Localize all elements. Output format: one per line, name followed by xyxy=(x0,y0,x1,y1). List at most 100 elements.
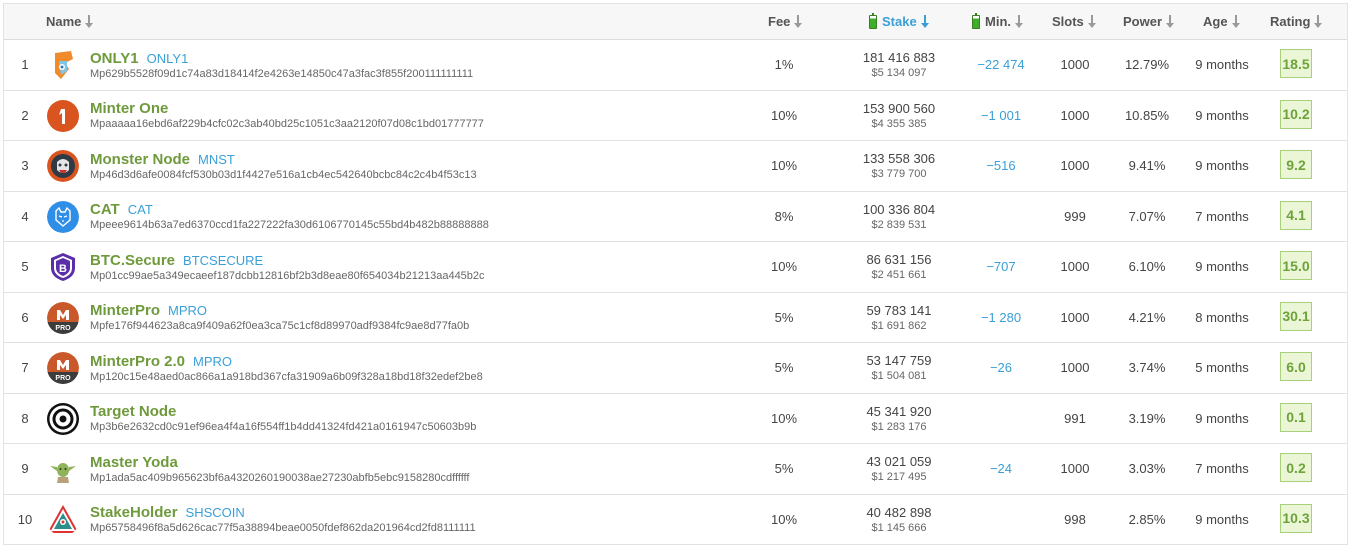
col-rating-header[interactable]: Rating xyxy=(1270,4,1323,40)
col-power-header[interactable]: Power xyxy=(1123,4,1175,40)
col-min-header[interactable]: Min. xyxy=(972,4,1023,40)
validator-ticker-link[interactable]: MNST xyxy=(198,152,235,167)
validator-ticker-link[interactable]: ONLY1 xyxy=(147,51,189,66)
col-fee-label: Fee xyxy=(768,14,791,29)
stake-cell: 133 558 306 $3 779 700 xyxy=(839,141,959,191)
validator-name-link[interactable]: BTC.Secure xyxy=(90,252,175,269)
col-fee-header[interactable]: Fee xyxy=(768,4,803,40)
validator-ticker-link[interactable]: SHSCOIN xyxy=(186,505,245,520)
validator-logo xyxy=(47,453,79,485)
stake-value: 59 783 141 xyxy=(866,302,932,318)
min-stake-value xyxy=(959,495,1043,545)
fee-value: 10% xyxy=(770,511,798,527)
stake-value: 43 021 059 xyxy=(866,454,932,470)
validator-name-cell: Master Yoda Mp1ada5ac409b965623bf6a43202… xyxy=(90,444,469,494)
validator-name-link[interactable]: Target Node xyxy=(90,403,176,420)
rating-badge: 18.5 xyxy=(1280,49,1312,78)
age-value: 7 months xyxy=(1195,461,1249,477)
validator-name-link[interactable]: CAT xyxy=(90,201,120,218)
sort-arrow-icon xyxy=(1015,14,1023,30)
validator-ticker-link[interactable]: MPRO xyxy=(168,303,207,318)
fee-value: 10% xyxy=(770,107,798,123)
rating-badge: 6.0 xyxy=(1280,352,1312,381)
validator-name-link[interactable]: MinterPro 2.0 xyxy=(90,353,185,370)
validator-name-cell: MinterPro 2.0 MPRO Mp120c15e48aed0ac866a1… xyxy=(90,343,483,393)
yoda-logo-icon xyxy=(47,453,79,485)
min-stake-value: −1 001 xyxy=(980,107,1022,123)
table-row: 3 Monster Node MNST Mp46d3d6afe0084fcf530… xyxy=(4,141,1347,192)
col-stake-header[interactable]: Stake xyxy=(869,4,929,40)
stake-cell: 40 482 898 $1 145 666 xyxy=(839,495,959,545)
stake-value: 100 336 804 xyxy=(862,201,936,217)
validator-name-link[interactable]: Monster Node xyxy=(90,151,190,168)
min-stake-value: −24 xyxy=(989,461,1013,477)
validator-ticker-link[interactable]: CAT xyxy=(128,202,153,217)
validator-address: Mp46d3d6afe0084fcf530b03d1f4427e516a1cb4… xyxy=(90,168,477,181)
fee-value: 1% xyxy=(774,57,794,73)
validator-address: Mpfe176f944623a8ca9f409a62f0ea3ca75c1cf8… xyxy=(90,320,470,333)
validator-address: Mp1ada5ac409b965623bf6a4320260190038ae27… xyxy=(90,471,470,484)
validator-name-link[interactable]: ONLY1 xyxy=(90,50,139,67)
power-value: 9.41% xyxy=(1128,158,1166,174)
stake-usd-value: $3 779 700 xyxy=(871,168,927,181)
validator-address: Mp3b6e2632cd0c91ef96ea4f4a16f554ff1b4dd4… xyxy=(90,421,477,434)
validator-name-link[interactable]: MinterPro xyxy=(90,302,160,319)
stake-cell: 181 416 883 $5 134 097 xyxy=(839,40,959,90)
stake-cell: 45 341 920 $1 283 176 xyxy=(839,394,959,444)
col-slots-header[interactable]: Slots xyxy=(1052,4,1096,40)
validator-address: Mp629b5528f09d1c74a83d18414f2e4263e14850… xyxy=(90,67,474,80)
col-name-header[interactable]: Name xyxy=(46,4,94,40)
slots-value: 998 xyxy=(1064,511,1086,527)
col-rating-label: Rating xyxy=(1270,14,1311,29)
row-number: 5 xyxy=(21,259,29,275)
power-value: 3.03% xyxy=(1128,461,1166,477)
validator-address: Mpeee9614b63a7ed6370ccd1fa227222fa30d610… xyxy=(90,219,489,232)
min-stake-value xyxy=(959,192,1043,242)
validator-logo xyxy=(47,402,79,435)
validator-name-link[interactable]: Master Yoda xyxy=(90,454,178,471)
validator-name-link[interactable]: Minter One xyxy=(90,100,168,117)
stake-usd-value: $1 145 666 xyxy=(871,521,927,534)
validator-ticker-link[interactable]: BTCSECURE xyxy=(183,253,263,268)
stake-cell: 153 900 560 $4 355 385 xyxy=(839,91,959,141)
slots-value: 1000 xyxy=(1060,360,1090,376)
table-row: 4 CAT CAT Mpeee9614b63a7ed6370ccd1fa22722… xyxy=(4,192,1347,242)
slots-value: 1000 xyxy=(1060,158,1090,174)
stake-value: 133 558 306 xyxy=(862,151,936,167)
stake-value: 153 900 560 xyxy=(862,100,936,116)
svg-text:PRO: PRO xyxy=(55,325,71,332)
stake-usd-value: $1 691 862 xyxy=(871,319,927,332)
age-value: 9 months xyxy=(1195,57,1249,73)
battery-icon xyxy=(972,13,980,29)
stake-usd-value: $2 839 531 xyxy=(871,218,927,231)
rating-badge: 9.2 xyxy=(1280,150,1312,179)
rating-badge: 10.2 xyxy=(1280,99,1312,129)
monster-node-logo-icon xyxy=(47,150,79,182)
fee-value: 5% xyxy=(774,360,794,376)
validator-ticker-link[interactable]: MPRO xyxy=(193,354,232,369)
table-row: 6 PRO MinterPro MPRO Mpfe176f944623a8ca9f… xyxy=(4,293,1347,343)
stake-cell: 43 021 059 $1 217 495 xyxy=(839,444,959,494)
stake-value: 40 482 898 xyxy=(866,504,932,520)
stake-value: 45 341 920 xyxy=(866,403,932,419)
validator-name-link[interactable]: StakeHolder xyxy=(90,504,178,521)
validator-name-cell: StakeHolder SHSCOIN Mp65758496f8a5d626cac… xyxy=(90,495,476,545)
validator-logo xyxy=(47,200,79,233)
slots-value: 1000 xyxy=(1060,57,1090,73)
col-age-header[interactable]: Age xyxy=(1203,4,1240,40)
sort-arrow-icon xyxy=(85,14,94,30)
fee-value: 10% xyxy=(770,158,798,174)
stakeholder-logo-icon xyxy=(47,504,79,536)
sort-arrow-icon xyxy=(1166,14,1175,30)
power-value: 10.85% xyxy=(1124,107,1170,123)
table-row: 8 Target Node Mp3b6e2632cd0c91ef96ea4f4a… xyxy=(4,394,1347,444)
minterpro-logo-icon: PRO xyxy=(47,352,79,384)
rating-badge: 0.2 xyxy=(1280,453,1312,482)
minter-one-logo-icon xyxy=(47,99,79,132)
power-value: 4.21% xyxy=(1128,309,1166,325)
slots-value: 1000 xyxy=(1060,461,1090,477)
row-number: 2 xyxy=(21,107,29,123)
col-power-label: Power xyxy=(1123,14,1163,29)
stake-cell: 59 783 141 $1 691 862 xyxy=(839,293,959,343)
power-value: 3.74% xyxy=(1128,360,1166,376)
